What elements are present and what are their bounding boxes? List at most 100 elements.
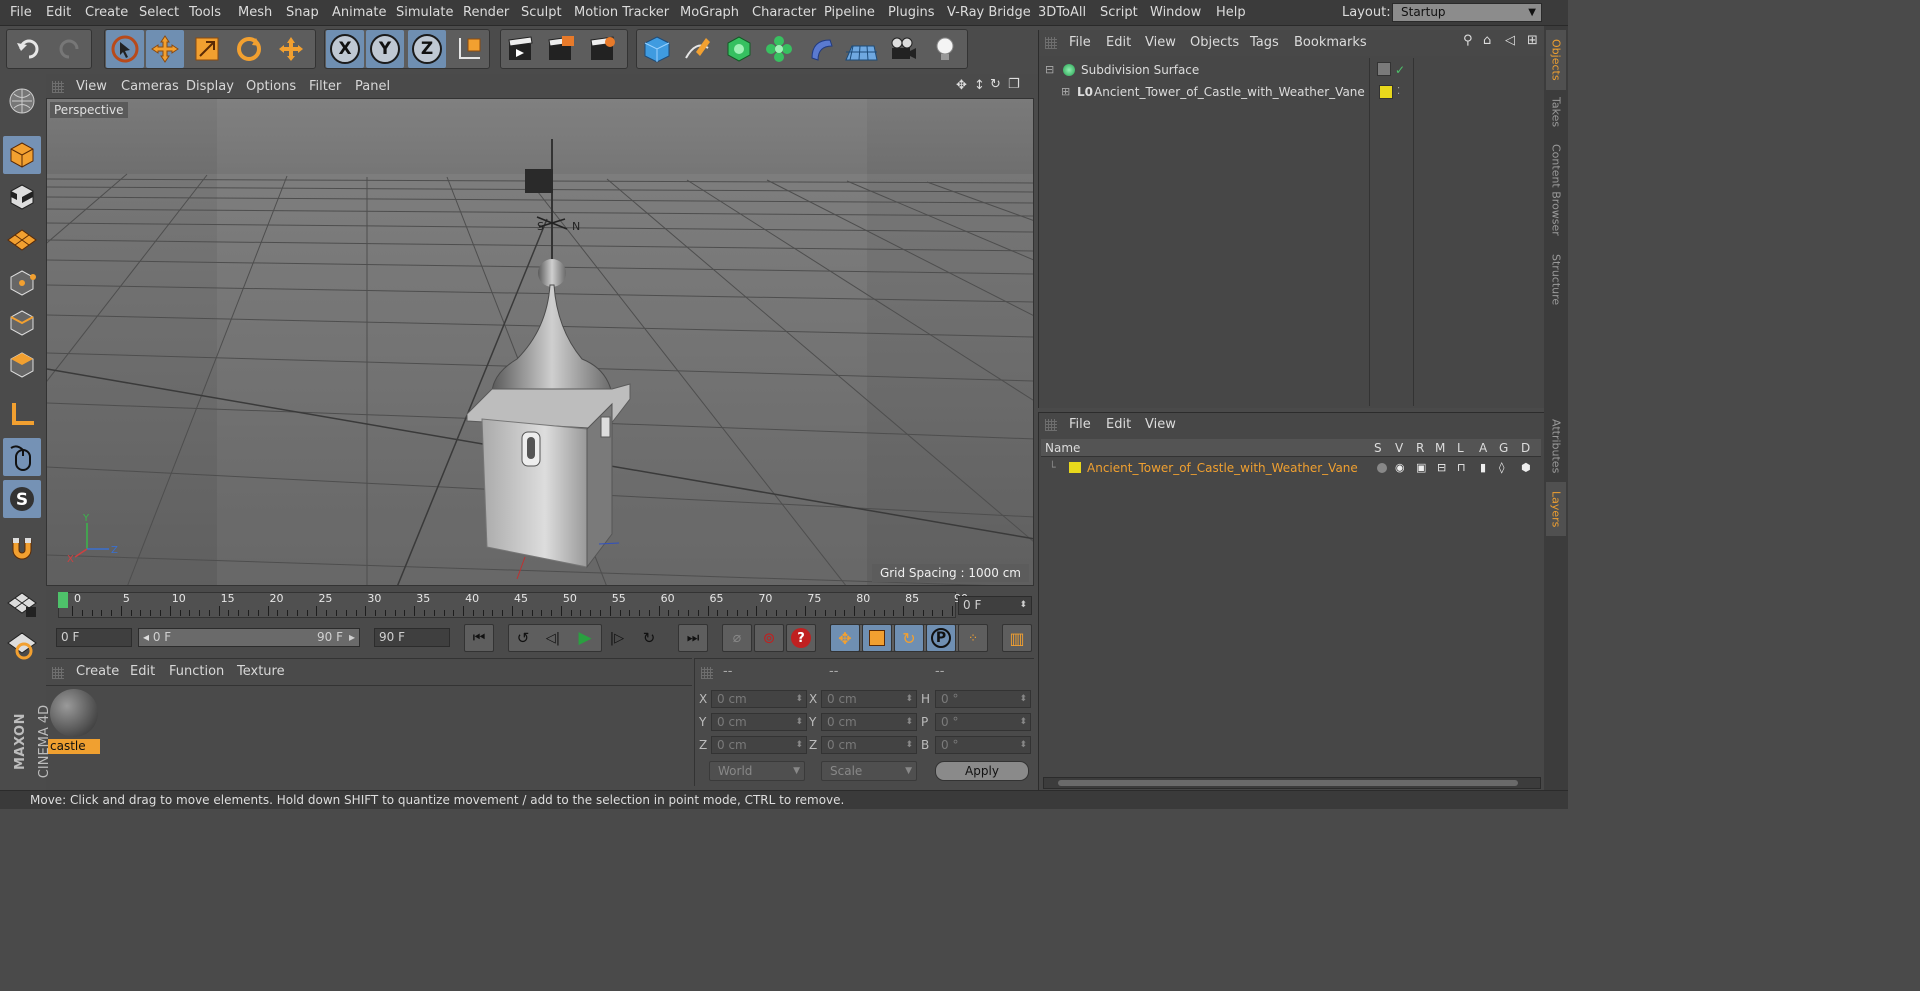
autokey-button[interactable]: ⊚: [754, 624, 784, 652]
menu-3dtoall[interactable]: 3DToAll: [1038, 5, 1086, 20]
object-row-subdivision[interactable]: ⊟ Subdivision Surface ✓: [1043, 59, 1539, 81]
keyframe-selection-button[interactable]: ?: [786, 624, 816, 652]
material-name-label[interactable]: castle: [48, 739, 100, 754]
animation-film-icon[interactable]: ▮: [1480, 457, 1486, 479]
layer-color-icon[interactable]: [1069, 462, 1081, 473]
tab-layers[interactable]: Layers: [1546, 482, 1566, 536]
collapse-icon[interactable]: ⊟: [1045, 59, 1054, 81]
viewport-menu-display[interactable]: Display: [186, 79, 234, 94]
object-menu-edit[interactable]: Edit: [1106, 35, 1131, 50]
object-menu-view[interactable]: View: [1145, 35, 1176, 50]
locked-workplane-button[interactable]: [3, 584, 41, 622]
material-swatch[interactable]: castle: [48, 689, 100, 754]
panel-grip-icon[interactable]: [701, 667, 713, 679]
layer-swatch-icon[interactable]: [1377, 62, 1391, 76]
menu-vray-bridge[interactable]: V-Ray Bridge: [947, 5, 1031, 20]
pen-spline-button[interactable]: [678, 30, 716, 68]
live-selection-button[interactable]: [106, 30, 144, 68]
new-panel-icon[interactable]: ⊞: [1527, 33, 1538, 48]
viewport-menu-panel[interactable]: Panel: [355, 79, 390, 94]
object-name[interactable]: Subdivision Surface: [1081, 59, 1199, 81]
panel-grip-icon[interactable]: [1045, 419, 1057, 431]
cube-object-button[interactable]: [638, 30, 676, 68]
floor-object-button[interactable]: [842, 30, 880, 68]
object-row-tower[interactable]: ⊞ L0 Ancient_Tower_of_Castle_with_Weathe…: [1043, 81, 1539, 103]
goto-prev-key-button[interactable]: ↺: [508, 624, 538, 652]
size-y-field[interactable]: 0 cm ⬍: [821, 713, 917, 731]
menu-select[interactable]: Select: [139, 5, 179, 20]
layer-menu-view[interactable]: View: [1145, 417, 1176, 432]
column-manager[interactable]: M: [1435, 441, 1445, 455]
y-axis-lock-button[interactable]: Y: [366, 30, 404, 68]
column-locked[interactable]: L: [1457, 441, 1464, 455]
apply-button[interactable]: Apply: [935, 761, 1029, 781]
menu-character[interactable]: Character: [752, 5, 816, 20]
frame-range-slider[interactable]: ◂ 0 F 90 F ▸: [138, 628, 360, 647]
render-picture-viewer-button[interactable]: [542, 30, 580, 68]
x-axis-lock-button[interactable]: X: [326, 30, 364, 68]
panel-grip-icon[interactable]: [52, 81, 64, 93]
visibility-dots-icon[interactable]: ⁚: [1397, 81, 1400, 103]
texture-mode-button[interactable]: [3, 178, 41, 216]
menu-render[interactable]: Render: [463, 5, 509, 20]
menu-snap[interactable]: Snap: [286, 5, 319, 20]
menu-plugins[interactable]: Plugins: [888, 5, 935, 20]
size-z-field[interactable]: 0 cm ⬍: [821, 736, 917, 754]
enable-axis-button[interactable]: [3, 396, 41, 434]
camera-object-button[interactable]: [884, 30, 922, 68]
eye-icon[interactable]: ◉: [1395, 457, 1405, 479]
goto-end-button[interactable]: ⏭: [678, 624, 708, 652]
render-settings-button[interactable]: [584, 30, 622, 68]
menu-script[interactable]: Script: [1100, 5, 1138, 20]
tab-attributes[interactable]: Attributes: [1546, 412, 1566, 480]
viewport-menu-filter[interactable]: Filter: [309, 79, 341, 94]
solo-mode-button[interactable]: S: [3, 480, 41, 518]
pos-y-field[interactable]: 0 cm ⬍: [711, 713, 807, 731]
column-solo[interactable]: S: [1374, 441, 1382, 455]
search-icon[interactable]: ⚲: [1463, 33, 1473, 48]
step-forward-button[interactable]: |▷: [602, 624, 632, 652]
menu-mograph[interactable]: MoGraph: [680, 5, 739, 20]
back-arrow-icon[interactable]: ◁: [1505, 33, 1515, 48]
expand-icon[interactable]: ⊞: [1061, 81, 1070, 103]
menu-animate[interactable]: Animate: [332, 5, 386, 20]
material-menu-function[interactable]: Function: [169, 664, 224, 679]
timeline-window-button[interactable]: ▥: [1002, 624, 1032, 652]
menu-simulate[interactable]: Simulate: [396, 5, 453, 20]
polygons-mode-button[interactable]: [3, 346, 41, 384]
viewport-menu-view[interactable]: View: [76, 79, 107, 94]
menu-window[interactable]: Window: [1150, 5, 1201, 20]
column-visible[interactable]: V: [1395, 441, 1403, 455]
column-render[interactable]: R: [1416, 441, 1424, 455]
layer-menu-edit[interactable]: Edit: [1106, 417, 1131, 432]
object-menu-tags[interactable]: Tags: [1250, 35, 1279, 50]
material-menu-texture[interactable]: Texture: [237, 664, 285, 679]
generator-icon[interactable]: ◊: [1499, 457, 1504, 479]
record-keys-button[interactable]: ⌀: [722, 624, 752, 652]
start-frame-field[interactable]: 0 F: [56, 628, 132, 647]
layer-color-icon[interactable]: [1379, 85, 1393, 99]
model-mode-button[interactable]: [3, 136, 41, 174]
rot-h-field[interactable]: 0 ° ⬍: [935, 690, 1031, 708]
menu-create[interactable]: Create: [85, 5, 128, 20]
maximize-view-icon[interactable]: ❐: [1008, 77, 1020, 92]
goto-next-key-button[interactable]: ↻: [634, 624, 664, 652]
lock-icon[interactable]: ⊓: [1457, 457, 1466, 479]
column-deformers[interactable]: D: [1521, 441, 1530, 455]
cloner-button[interactable]: [760, 30, 798, 68]
undo-button[interactable]: [10, 30, 48, 68]
menu-sculpt[interactable]: Sculpt: [521, 5, 562, 20]
pan-view-icon[interactable]: ✥: [956, 78, 967, 93]
rot-p-field[interactable]: 0 ° ⬍: [935, 713, 1031, 731]
key-scale-button[interactable]: [862, 624, 892, 652]
make-editable-button[interactable]: [3, 82, 41, 120]
panel-grip-icon[interactable]: [1045, 37, 1057, 49]
scale-tool-button[interactable]: [188, 30, 226, 68]
pos-x-field[interactable]: 0 cm ⬍: [711, 690, 807, 708]
current-frame-field[interactable]: 0 F ⬍: [958, 596, 1032, 615]
deformer-button[interactable]: [802, 30, 840, 68]
object-menu-file[interactable]: File: [1069, 35, 1091, 50]
size-mode-dropdown[interactable]: Scale ▼: [821, 761, 917, 781]
menu-help[interactable]: Help: [1216, 5, 1246, 20]
step-back-button[interactable]: ◁|: [538, 624, 568, 652]
